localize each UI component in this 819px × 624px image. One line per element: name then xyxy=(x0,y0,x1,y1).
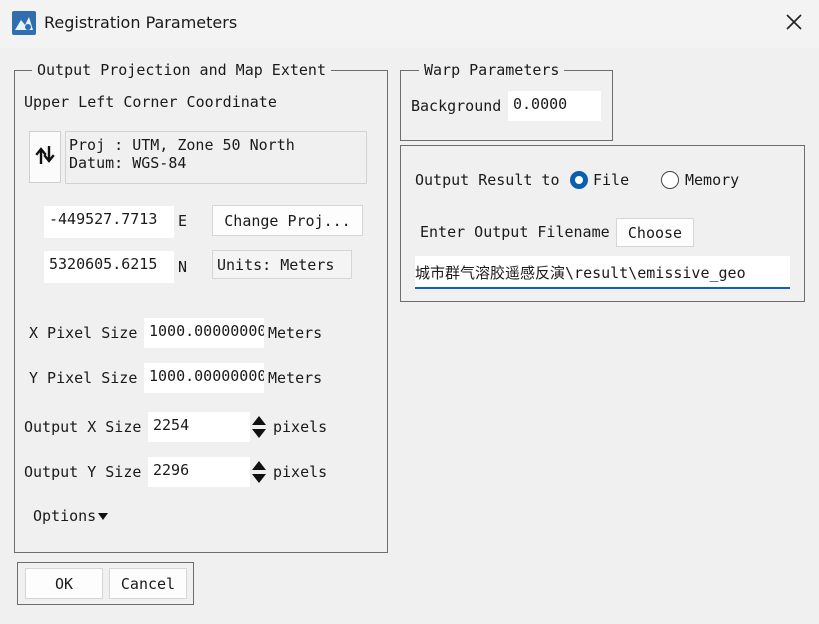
y-pixel-size-input[interactable]: 1000.00000000 xyxy=(144,363,264,393)
ok-button[interactable]: OK xyxy=(25,568,103,599)
y-pixel-size-label: Y Pixel Size xyxy=(29,369,138,387)
dropdown-arrow-icon xyxy=(98,507,109,525)
output-y-size-label: Output Y Size xyxy=(24,463,142,481)
swap-coordinates-button[interactable] xyxy=(29,131,61,183)
output-y-size-unit: pixels xyxy=(273,463,328,481)
output-y-size-spinner[interactable] xyxy=(250,457,268,487)
file-radio-label: File xyxy=(593,171,630,189)
close-button[interactable] xyxy=(776,8,812,40)
cancel-button[interactable]: Cancel xyxy=(109,568,187,599)
x-pixel-size-input[interactable]: 1000.00000000 xyxy=(144,318,264,348)
memory-radio-label: Memory xyxy=(685,171,740,189)
output-x-size-input[interactable]: 2254 xyxy=(148,412,250,442)
options-menu-button[interactable]: Options xyxy=(33,507,109,525)
easting-input[interactable]: -449527.7713 xyxy=(44,206,174,238)
envi-app-icon xyxy=(12,11,36,35)
projection-line: Proj : UTM, Zone 50 North xyxy=(69,136,295,154)
close-icon xyxy=(786,14,802,34)
output-x-size-unit: pixels xyxy=(273,418,328,436)
file-radio-option[interactable]: File xyxy=(570,171,629,189)
warp-parameters-legend: Warp Parameters xyxy=(419,61,565,79)
y-pixel-size-unit: Meters xyxy=(268,369,323,387)
choose-button[interactable]: Choose xyxy=(616,218,694,247)
northing-unit-label: N xyxy=(178,258,188,276)
x-pixel-size-label: X Pixel Size xyxy=(29,324,138,342)
output-filename-text: 城市群气溶胶遥感反演\result\emissive_geo xyxy=(415,264,746,282)
x-pixel-size-unit: Meters xyxy=(268,324,323,342)
upper-left-label: Upper Left Corner Coordinate xyxy=(24,93,277,111)
output-x-size-label: Output X Size xyxy=(24,418,142,436)
memory-radio-button[interactable] xyxy=(661,171,679,189)
output-x-size-spinner[interactable] xyxy=(250,412,268,442)
output-projection-legend: Output Projection and Map Extent xyxy=(32,61,331,79)
options-label: Options xyxy=(33,507,97,525)
background-input[interactable]: 0.0000 xyxy=(508,91,601,121)
file-radio-button[interactable] xyxy=(570,171,588,189)
easting-unit-label: E xyxy=(178,212,188,230)
output-filename-input[interactable]: 城市群气溶胶遥感反演\result\emissive_geo xyxy=(415,256,790,289)
memory-radio-option[interactable]: Memory xyxy=(661,171,739,189)
swap-arrows-icon xyxy=(35,145,55,168)
output-y-size-input[interactable]: 2296 xyxy=(148,457,250,487)
background-label: Background xyxy=(411,97,502,115)
window-title: Registration Parameters xyxy=(44,13,238,32)
output-filename-label: Enter Output Filename xyxy=(420,223,610,241)
output-result-label: Output Result to xyxy=(415,171,560,189)
datum-line: Datum: WGS-84 xyxy=(69,154,187,172)
units-button[interactable]: Units: Meters xyxy=(212,250,352,279)
change-proj-button[interactable]: Change Proj... xyxy=(212,205,363,236)
northing-input[interactable]: 5320605.6215 xyxy=(44,251,174,283)
